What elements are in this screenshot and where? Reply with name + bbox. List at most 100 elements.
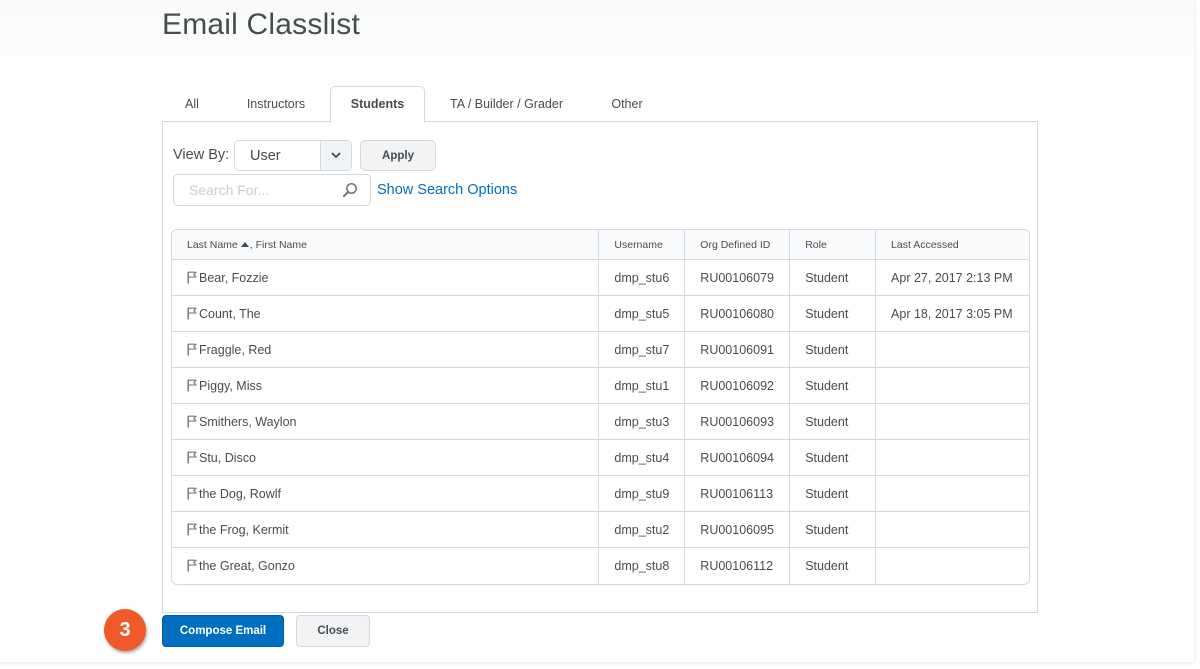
classlist-table: Last Name , First Name Username Org Defin… [171, 229, 1030, 585]
table-row[interactable]: Piggy, Miss dmp_stu1 RU00106092 Student [172, 368, 1029, 404]
tab-all[interactable]: All [162, 86, 222, 121]
flag-icon[interactable] [187, 307, 197, 320]
flag-icon[interactable] [187, 415, 197, 428]
cell-last-accessed [876, 368, 1029, 404]
column-header-org-id[interactable]: Org Defined ID [685, 230, 791, 260]
cell-role: Student [790, 296, 877, 332]
column-header-name[interactable]: Last Name , First Name [172, 230, 600, 260]
chevron-down-icon[interactable] [320, 141, 351, 170]
cell-name[interactable]: Stu, Disco [172, 440, 600, 476]
student-name[interactable]: Fraggle, Red [199, 343, 271, 357]
student-name[interactable]: Count, The [199, 307, 261, 321]
student-name[interactable]: Piggy, Miss [199, 379, 262, 393]
flag-icon[interactable] [187, 271, 197, 284]
column-header-last-accessed[interactable]: Last Accessed [876, 230, 1029, 260]
cell-role: Student [790, 548, 877, 584]
cell-name[interactable]: Piggy, Miss [172, 368, 600, 404]
view-by-label: View By: [173, 147, 230, 163]
tab-other[interactable]: Other [588, 86, 666, 121]
cell-role: Student [790, 440, 877, 476]
flag-icon[interactable] [187, 343, 197, 356]
cell-username: dmp_stu8 [599, 548, 686, 584]
flag-icon[interactable] [187, 487, 197, 500]
table-row[interactable]: the Dog, Rowlf dmp_stu9 RU00106113 Stude… [172, 476, 1029, 512]
student-name[interactable]: Stu, Disco [199, 451, 256, 465]
search-box [173, 174, 371, 206]
column-header-username[interactable]: Username [599, 230, 686, 260]
cell-last-accessed [876, 548, 1029, 584]
table-row[interactable]: Stu, Disco dmp_stu4 RU00106094 Student [172, 440, 1029, 476]
apply-button[interactable]: Apply [360, 140, 436, 171]
step-badge: 3 [104, 609, 146, 651]
cell-role: Student [790, 476, 877, 512]
cell-name[interactable]: the Frog, Kermit [172, 512, 600, 548]
flag-icon[interactable] [187, 379, 197, 392]
search-icon[interactable] [342, 182, 358, 198]
page-title: Email Classlist [162, 8, 361, 41]
cell-name[interactable]: Bear, Fozzie [172, 260, 600, 296]
cell-name[interactable]: Fraggle, Red [172, 332, 600, 368]
table-row[interactable]: Count, The dmp_stu5 RU00106080 Student A… [172, 296, 1029, 332]
cell-last-accessed: Apr 18, 2017 3:05 PM [876, 296, 1029, 332]
student-name[interactable]: the Great, Gonzo [199, 559, 295, 573]
table-row[interactable]: Bear, Fozzie dmp_stu6 RU00106079 Student… [172, 260, 1029, 296]
cell-username: dmp_stu6 [599, 260, 686, 296]
table-row[interactable]: the Frog, Kermit dmp_stu2 RU00106095 Stu… [172, 512, 1029, 548]
cell-username: dmp_stu4 [599, 440, 686, 476]
cell-name[interactable]: the Dog, Rowlf [172, 476, 600, 512]
student-name[interactable]: Smithers, Waylon [199, 415, 296, 429]
table-row[interactable]: Smithers, Waylon dmp_stu3 RU00106093 Stu… [172, 404, 1029, 440]
column-header-first-name[interactable]: , First Name [250, 239, 307, 251]
cell-username: dmp_stu7 [599, 332, 686, 368]
cell-name[interactable]: Count, The [172, 296, 600, 332]
cell-username: dmp_stu2 [599, 512, 686, 548]
show-search-options-link[interactable]: Show Search Options [377, 182, 517, 198]
table-body: Bear, Fozzie dmp_stu6 RU00106079 Student… [172, 260, 1029, 584]
table-header-row: Last Name , First Name Username Org Defin… [172, 230, 1029, 260]
cell-org-id: RU00106113 [685, 476, 791, 512]
cell-name[interactable]: Smithers, Waylon [172, 404, 600, 440]
cell-username: dmp_stu5 [599, 296, 686, 332]
student-name[interactable]: the Dog, Rowlf [199, 487, 281, 501]
close-button[interactable]: Close [296, 615, 370, 647]
cell-last-accessed [876, 404, 1029, 440]
cell-org-id: RU00106093 [685, 404, 791, 440]
tab-instructors[interactable]: Instructors [222, 86, 330, 121]
view-by-value: User [250, 148, 281, 164]
tab-students[interactable]: Students [330, 86, 425, 123]
search-input[interactable] [175, 176, 335, 204]
cell-name[interactable]: the Great, Gonzo [172, 548, 600, 584]
cell-org-id: RU00106095 [685, 512, 791, 548]
cell-role: Student [790, 368, 877, 404]
cell-role: Student [790, 404, 877, 440]
cell-last-accessed [876, 332, 1029, 368]
cell-org-id: RU00106091 [685, 332, 791, 368]
cell-username: dmp_stu3 [599, 404, 686, 440]
email-classlist-page: Email Classlist All Instructors Students… [0, 0, 1194, 662]
cell-role: Student [790, 260, 877, 296]
table-row[interactable]: the Great, Gonzo dmp_stu8 RU00106112 Stu… [172, 548, 1029, 584]
cell-org-id: RU00106080 [685, 296, 791, 332]
cell-org-id: RU00106092 [685, 368, 791, 404]
column-header-role[interactable]: Role [790, 230, 877, 260]
column-header-last-name[interactable]: Last Name [187, 239, 238, 251]
student-name[interactable]: the Frog, Kermit [199, 523, 289, 537]
cell-org-id: RU00106094 [685, 440, 791, 476]
role-tabs: All Instructors Students TA / Builder / … [162, 86, 666, 123]
flag-icon[interactable] [187, 559, 197, 572]
cell-last-accessed [876, 512, 1029, 548]
cell-last-accessed [876, 476, 1029, 512]
cell-last-accessed: Apr 27, 2017 2:13 PM [876, 260, 1029, 296]
compose-email-button[interactable]: Compose Email [162, 615, 284, 647]
sort-ascending-icon [240, 241, 249, 247]
student-name[interactable]: Bear, Fozzie [199, 271, 268, 285]
tab-panel: View By: User Apply Show Search Options … [162, 121, 1038, 613]
cell-username: dmp_stu9 [599, 476, 686, 512]
view-by-select[interactable]: User [234, 140, 352, 171]
flag-icon[interactable] [187, 523, 197, 536]
tab-ta-builder-grader[interactable]: TA / Builder / Grader [425, 86, 588, 121]
flag-icon[interactable] [187, 451, 197, 464]
cell-username: dmp_stu1 [599, 368, 686, 404]
cell-role: Student [790, 512, 877, 548]
table-row[interactable]: Fraggle, Red dmp_stu7 RU00106091 Student [172, 332, 1029, 368]
